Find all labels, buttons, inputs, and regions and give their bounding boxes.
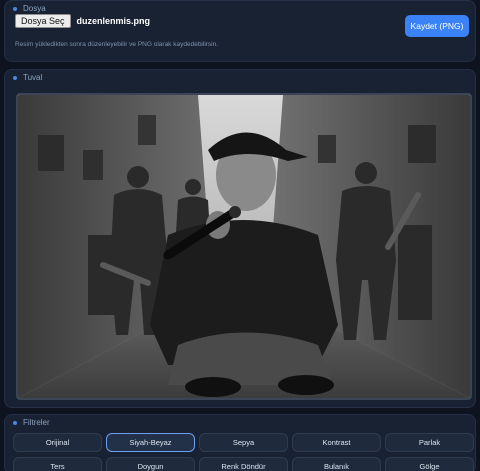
- filter-invert-button[interactable]: Ters: [13, 457, 102, 471]
- canvas-panel-title: Tuval: [23, 73, 43, 82]
- filter-blur-button[interactable]: Bulanık: [292, 457, 381, 471]
- section-dot-icon: [13, 420, 17, 425]
- file-panel-header: Dosya: [13, 4, 46, 13]
- canvas-panel: Tuval: [4, 69, 476, 408]
- filter-shadow-button[interactable]: Gölge: [385, 457, 474, 471]
- filters-panel: Filtreler Orijinal Siyah-Beyaz Sepya Kon…: [4, 414, 476, 471]
- canvas-panel-header: Tuval: [13, 73, 42, 82]
- canvas-image: [18, 95, 470, 398]
- selected-file-name: duzenlenmis.png: [76, 16, 151, 26]
- save-png-button[interactable]: Kaydet (PNG): [405, 15, 469, 37]
- choose-file-button[interactable]: Dosya Seç: [15, 14, 71, 28]
- filters-panel-header: Filtreler: [13, 418, 50, 427]
- filter-contrast-button[interactable]: Kontrast: [292, 433, 381, 452]
- filter-hue-rotate-button[interactable]: Renk Döndür: [199, 457, 288, 471]
- section-dot-icon: [13, 6, 17, 11]
- file-input[interactable]: Dosya Seç duzenlenmis.png: [15, 14, 150, 28]
- file-hint: Resim yükledikten sonra düzenleyebilir v…: [15, 41, 219, 48]
- file-panel-title: Dosya: [23, 4, 46, 13]
- filter-saturate-button[interactable]: Doygun: [106, 457, 195, 471]
- section-dot-icon: [13, 75, 17, 80]
- image-canvas[interactable]: [16, 93, 472, 400]
- filter-black-white-button[interactable]: Siyah-Beyaz: [106, 433, 195, 452]
- filters-panel-title: Filtreler: [23, 418, 50, 427]
- file-panel: Dosya Dosya Seç duzenlenmis.png Resim yü…: [4, 0, 476, 62]
- filter-grid: Orijinal Siyah-Beyaz Sepya Kontrast Parl…: [13, 433, 474, 471]
- filter-sepia-button[interactable]: Sepya: [199, 433, 288, 452]
- filter-bright-button[interactable]: Parlak: [385, 433, 474, 452]
- filter-original-button[interactable]: Orijinal: [13, 433, 102, 452]
